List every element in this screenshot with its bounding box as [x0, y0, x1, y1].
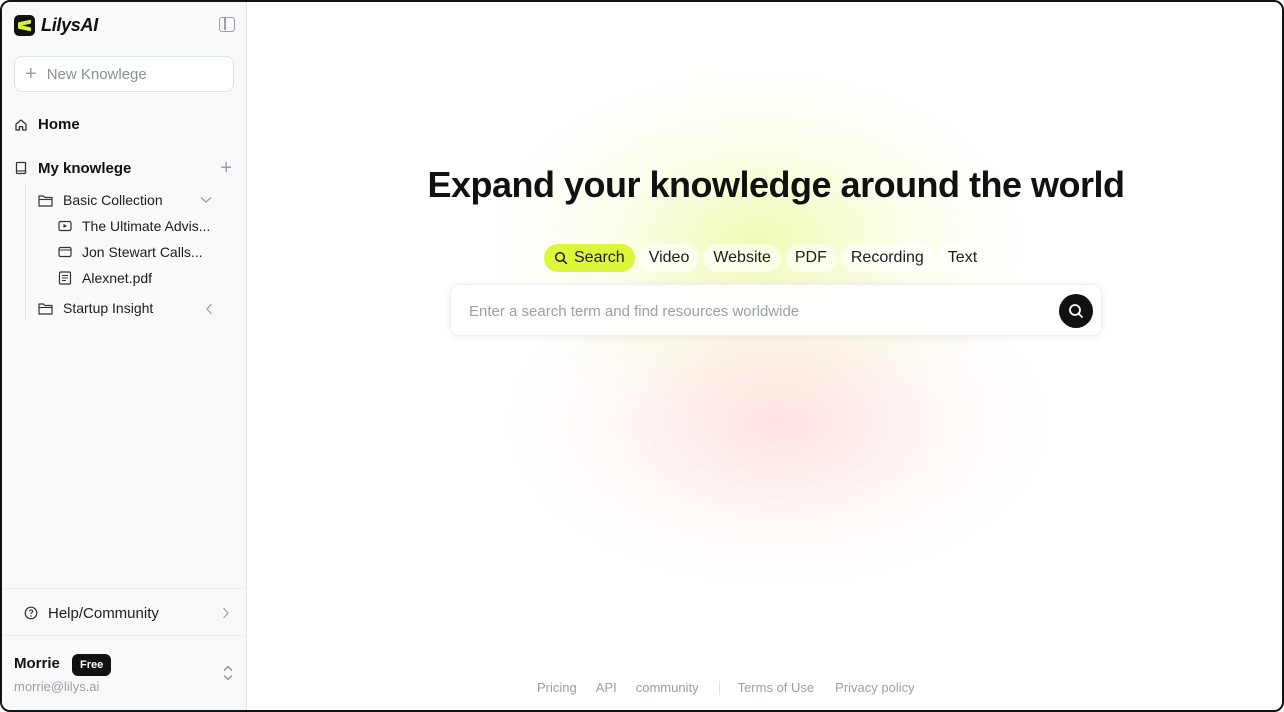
folder-label: Basic Collection: [63, 192, 163, 208]
tab-pdf[interactable]: PDF: [784, 244, 837, 272]
footer-link-api[interactable]: API: [596, 680, 617, 695]
tab-video[interactable]: Video: [638, 244, 700, 272]
website-icon: [58, 246, 72, 258]
document-icon: [58, 271, 72, 285]
tab-label: Text: [947, 249, 978, 266]
user-email: morrie@lilys.ai: [14, 679, 100, 694]
divider: [2, 588, 247, 589]
search-icon: [554, 251, 568, 265]
sidebar-item-my-knowledge[interactable]: My knowlege +: [14, 158, 232, 178]
tab-label: PDF: [794, 249, 827, 266]
sidebar-item-home[interactable]: Home: [14, 116, 80, 133]
file-label: Jon Stewart Calls...: [82, 244, 203, 260]
tab-label: Search: [574, 249, 625, 266]
folder-icon: [38, 194, 53, 207]
video-icon: [58, 220, 72, 232]
plan-badge: Free: [72, 654, 112, 676]
help-label: Help/Community: [48, 604, 159, 622]
tab-label: Website: [713, 249, 771, 266]
tab-text[interactable]: Text: [937, 244, 988, 272]
folder-basic-collection[interactable]: Basic Collection: [38, 192, 163, 208]
footer-link-community[interactable]: community: [636, 680, 699, 695]
folder-icon: [38, 302, 53, 315]
footer-link-privacy[interactable]: Privacy policy: [835, 680, 914, 695]
tab-website[interactable]: Website: [703, 244, 781, 272]
sidebar: LilysAI + New Knowlege Home My knowlege …: [2, 2, 247, 710]
chevron-left-icon[interactable]: [205, 303, 213, 315]
sidebar-item-label: Home: [38, 116, 80, 133]
list-item[interactable]: Jon Stewart Calls...: [58, 244, 203, 260]
sidebar-toggle-icon[interactable]: [219, 17, 235, 32]
search-icon: [1069, 304, 1083, 318]
list-item[interactable]: The Ultimate Advis...: [58, 218, 210, 234]
footer-links: Pricing API community Terms of Use Priva…: [537, 680, 915, 695]
app-window: LilysAI + New Knowlege Home My knowlege …: [0, 0, 1284, 712]
logo-icon: [14, 14, 35, 36]
book-icon: [15, 161, 27, 175]
chevron-up-down-icon[interactable]: [222, 664, 234, 682]
plus-icon: +: [25, 63, 37, 85]
logo[interactable]: LilysAI: [14, 14, 98, 36]
page-title: Expand your knowledge around the world: [427, 164, 1125, 205]
sidebar-item-label: My knowlege: [38, 159, 132, 177]
search-input[interactable]: [469, 299, 1029, 323]
app-name: LilysAI: [41, 14, 98, 35]
search-button[interactable]: [1059, 294, 1093, 328]
tree-guide-line: [25, 184, 26, 320]
home-icon: [15, 118, 27, 131]
divider: [718, 680, 720, 695]
main-content: Expand your knowledge around the world S…: [248, 2, 1282, 710]
user-name: Morrie: [14, 655, 60, 672]
file-label: Alexnet.pdf: [82, 270, 153, 286]
new-knowledge-button[interactable]: + New Knowlege: [14, 56, 234, 92]
folder-label: Startup Insight: [63, 300, 154, 316]
folder-startup-insight[interactable]: Startup Insight: [38, 300, 153, 316]
file-label: The Ultimate Advis...: [82, 218, 211, 234]
list-item[interactable]: Alexnet.pdf: [58, 270, 152, 286]
chevron-right-icon: [223, 607, 229, 619]
chevron-down-icon[interactable]: [200, 196, 212, 204]
help-community-button[interactable]: Help/Community: [24, 600, 230, 626]
new-knowledge-label: New Knowlege: [46, 65, 147, 83]
tab-label: Video: [648, 249, 690, 266]
add-knowledge-icon[interactable]: +: [220, 158, 232, 178]
tab-search[interactable]: Search: [544, 244, 635, 272]
tab-recording[interactable]: Recording: [840, 244, 934, 272]
footer-link-terms[interactable]: Terms of Use: [738, 680, 815, 695]
footer-link-pricing[interactable]: Pricing: [537, 680, 577, 695]
help-icon: [24, 606, 38, 620]
search-box: [450, 284, 1102, 336]
divider: [2, 635, 247, 636]
source-tabs: Search Video Website PDF Recording Text: [544, 244, 988, 272]
tab-label: Recording: [850, 249, 924, 266]
